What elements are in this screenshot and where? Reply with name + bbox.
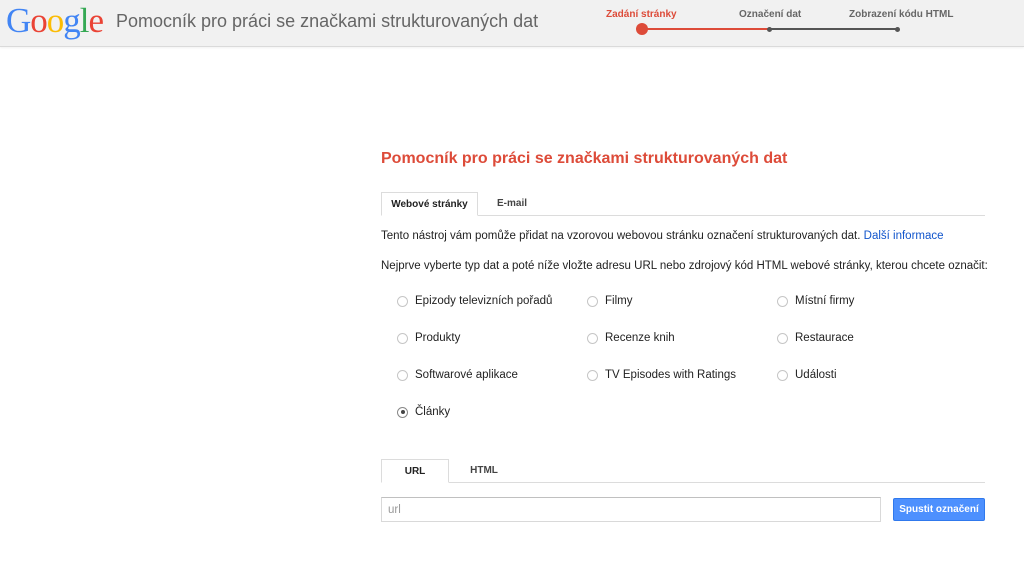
top-bar: Google Pomocník pro práci se značkami st… (0, 0, 1024, 47)
start-tagging-button[interactable]: Spustit označení (893, 498, 985, 521)
radio-articles[interactable]: Články (397, 406, 450, 418)
logo-letter: o (30, 1, 47, 40)
tab-email[interactable]: E-mail (484, 192, 540, 216)
radio-tv-episodes[interactable]: Epizody televizních pořadů (397, 295, 552, 307)
radio-button[interactable] (777, 332, 788, 344)
tab-url[interactable]: URL (381, 459, 449, 483)
app-title: Pomocník pro práci se značkami strukturo… (116, 11, 539, 31)
step-label-view-html: Zobrazení kódu HTML (849, 9, 954, 20)
step-dot-current (636, 23, 648, 35)
data-type-options: Epizody televizních pořadů Filmy Místní … (397, 295, 987, 445)
radio-restaurants[interactable]: Restaurace (777, 332, 854, 344)
step-dot (895, 26, 900, 32)
main-panel: Pomocník pro práci se značkami strukturo… (381, 150, 988, 522)
step-line-done (642, 28, 770, 30)
radio-button[interactable] (397, 332, 408, 344)
logo-letter: o (46, 1, 64, 40)
logo-letter: G (6, 1, 31, 40)
tab-html[interactable]: HTML (453, 459, 515, 483)
radio-software-apps[interactable]: Softwarové aplikace (397, 369, 518, 381)
radio-products[interactable]: Produkty (397, 332, 460, 344)
radio-label: Události (795, 369, 837, 381)
radio-movies[interactable]: Filmy (587, 295, 632, 307)
source-tabs: URL HTML (381, 458, 985, 483)
radio-label: Recenze knih (605, 332, 675, 344)
google-logo[interactable]: Google (6, 1, 105, 40)
step-dot (767, 26, 772, 32)
more-info-link[interactable]: Další informace (864, 230, 944, 242)
radio-label: Místní firmy (795, 295, 855, 307)
logo-letter: e (88, 1, 105, 40)
radio-button[interactable] (587, 295, 598, 307)
radio-button[interactable] (397, 369, 408, 381)
step-label-enter-page: Zadání stránky (606, 9, 677, 20)
radio-local-businesses[interactable]: Místní firmy (777, 295, 854, 307)
radio-label: Epizody televizních pořadů (415, 295, 553, 307)
logo-letter: g (63, 1, 80, 40)
radio-label: Restaurace (795, 332, 854, 344)
radio-label: Produkty (415, 332, 461, 344)
step-line-pending (770, 28, 898, 30)
radio-label: Softwarové aplikace (415, 369, 518, 381)
content-type-tabs: Webové stránky E-mail (381, 190, 985, 216)
radio-button[interactable] (777, 369, 788, 381)
radio-book-reviews[interactable]: Recenze knih (587, 332, 675, 344)
progress-stepper: Zadání stránky Označení dat Zobrazení kó… (600, 0, 980, 46)
intro-sentence: Tento nástroj vám pomůže přidat na vzoro… (381, 230, 861, 242)
url-input[interactable] (381, 497, 881, 522)
step-label-tag-data: Označení dat (739, 9, 802, 20)
radio-button[interactable] (587, 369, 598, 381)
page-title: Pomocník pro práci se značkami strukturo… (381, 150, 788, 167)
radio-button[interactable] (587, 332, 598, 344)
tab-web-pages[interactable]: Webové stránky (381, 192, 478, 216)
logo-letter: l (79, 1, 90, 40)
radio-button[interactable] (777, 295, 788, 307)
instruction-text: Nejprve vyberte typ dat a poté níže vlož… (381, 260, 988, 272)
radio-button-selected[interactable] (397, 406, 408, 418)
radio-label: Články (415, 406, 451, 418)
radio-label: Filmy (605, 295, 633, 307)
radio-tv-episodes-ratings[interactable]: TV Episodes with Ratings (587, 369, 736, 381)
radio-events[interactable]: Události (777, 369, 837, 381)
radio-button[interactable] (397, 295, 408, 307)
intro-text: Tento nástroj vám pomůže přidat na vzoro… (381, 230, 944, 242)
radio-label: TV Episodes with Ratings (605, 369, 737, 381)
